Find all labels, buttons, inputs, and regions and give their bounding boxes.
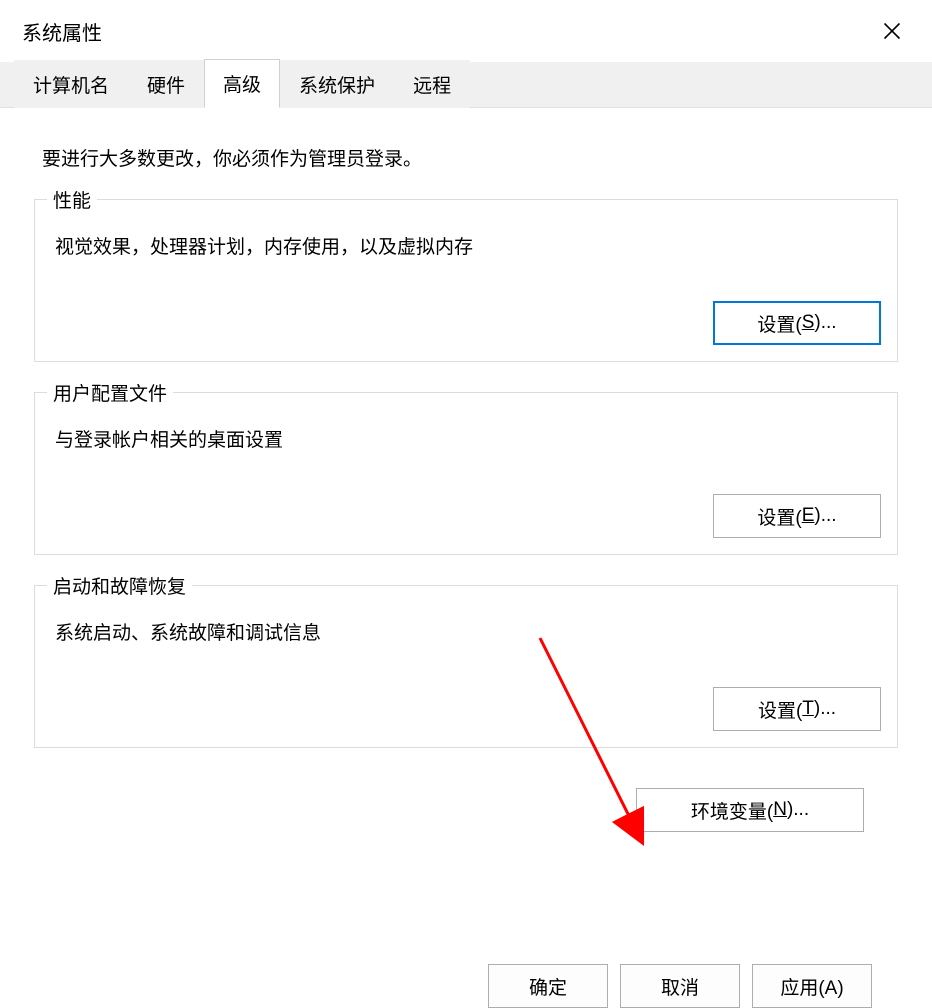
tab-label: 高级 bbox=[223, 75, 261, 96]
group-legend: 用户配置文件 bbox=[47, 379, 173, 406]
apply-button[interactable]: 应用(A) bbox=[752, 964, 872, 1008]
performance-settings-button[interactable]: 设置(S)... bbox=[713, 301, 881, 345]
tab-advanced[interactable]: 高级 bbox=[204, 59, 280, 108]
group-startup-recovery: 启动和故障恢复 系统启动、系统故障和调试信息 设置(T)... bbox=[34, 585, 898, 748]
tab-hardware[interactable]: 硬件 bbox=[128, 60, 204, 108]
button-label-suffix: )... bbox=[814, 312, 836, 334]
button-label: 确定 bbox=[529, 973, 567, 1000]
button-label-suffix: )... bbox=[787, 799, 809, 821]
env-row: 环境变量(N)... bbox=[34, 788, 898, 832]
button-label-prefix: 设置( bbox=[758, 696, 802, 723]
window-title: 系统属性 bbox=[22, 17, 102, 46]
ok-button[interactable]: 确定 bbox=[488, 964, 608, 1008]
tab-label: 系统保护 bbox=[299, 76, 375, 97]
button-label: 取消 bbox=[661, 973, 699, 1000]
button-hotkey: N bbox=[773, 799, 787, 821]
group-legend: 性能 bbox=[47, 186, 97, 213]
close-button[interactable] bbox=[872, 11, 912, 51]
userprofile-settings-button[interactable]: 设置(E)... bbox=[713, 494, 881, 538]
admin-notice: 要进行大多数更改，你必须作为管理员登录。 bbox=[42, 144, 898, 171]
tab-computer-name[interactable]: 计算机名 bbox=[14, 60, 128, 108]
titlebar: 系统属性 bbox=[0, 0, 932, 56]
tab-label: 硬件 bbox=[147, 76, 185, 97]
cancel-button[interactable]: 取消 bbox=[620, 964, 740, 1008]
button-hotkey: S bbox=[802, 312, 815, 334]
button-label-prefix: 环境变量( bbox=[691, 797, 773, 824]
button-hotkey: T bbox=[802, 698, 814, 720]
group-performance: 性能 视觉效果，处理器计划，内存使用，以及虚拟内存 设置(S)... bbox=[34, 199, 898, 362]
button-label: 应用(A) bbox=[780, 973, 843, 1000]
button-label-prefix: 设置( bbox=[757, 310, 801, 337]
tab-remote[interactable]: 远程 bbox=[394, 60, 470, 108]
tab-label: 计算机名 bbox=[33, 76, 109, 97]
group-user-profile: 用户配置文件 与登录帐户相关的桌面设置 设置(E)... bbox=[34, 392, 898, 555]
tab-control: 计算机名 硬件 高级 系统保护 远程 要进行大多数更改，你必须作为管理员登录。 … bbox=[0, 62, 932, 852]
close-icon bbox=[882, 21, 902, 41]
tab-label: 远程 bbox=[413, 76, 451, 97]
dialog-footer-buttons: 确定 取消 应用(A) bbox=[488, 964, 872, 1008]
tab-system-protection[interactable]: 系统保护 bbox=[280, 60, 394, 108]
group-button-row: 设置(E)... bbox=[55, 494, 881, 538]
environment-variables-button[interactable]: 环境变量(N)... bbox=[636, 788, 864, 832]
group-button-row: 设置(T)... bbox=[55, 687, 881, 731]
group-legend: 启动和故障恢复 bbox=[47, 572, 192, 599]
startup-settings-button[interactable]: 设置(T)... bbox=[713, 687, 881, 731]
group-description: 视觉效果，处理器计划，内存使用，以及虚拟内存 bbox=[55, 232, 881, 259]
button-hotkey: E bbox=[802, 505, 815, 527]
group-description: 与登录帐户相关的桌面设置 bbox=[55, 425, 881, 452]
tab-strip: 计算机名 硬件 高级 系统保护 远程 bbox=[0, 62, 932, 108]
button-label-prefix: 设置( bbox=[757, 503, 801, 530]
tab-panel-advanced: 要进行大多数更改，你必须作为管理员登录。 性能 视觉效果，处理器计划，内存使用，… bbox=[0, 108, 932, 852]
group-button-row: 设置(S)... bbox=[55, 301, 881, 345]
group-description: 系统启动、系统故障和调试信息 bbox=[55, 618, 881, 645]
button-label-suffix: )... bbox=[814, 698, 836, 720]
button-label-suffix: )... bbox=[814, 505, 836, 527]
